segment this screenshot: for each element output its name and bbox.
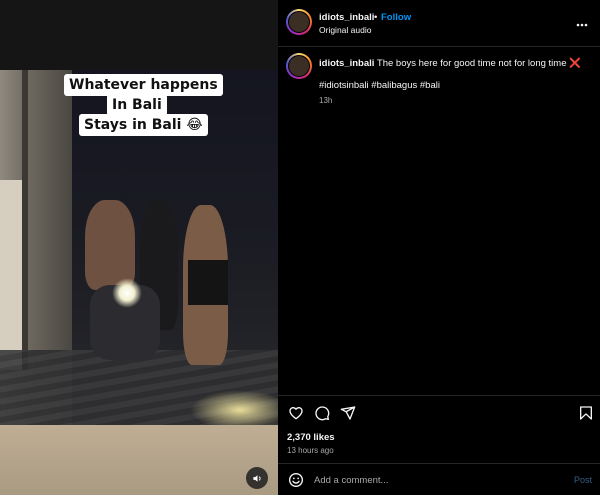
follow-button[interactable]: Follow: [381, 12, 411, 23]
smiley-icon: [289, 473, 303, 487]
comment-input[interactable]: [314, 471, 554, 489]
caption-text: The boys here for good time not for long…: [376, 58, 567, 69]
avatar-image: [288, 11, 310, 33]
scooter-headlight: [112, 278, 142, 308]
username-link[interactable]: idiots_inbali: [319, 12, 374, 23]
video-overlay-text-2: In Bali: [107, 94, 167, 116]
post-comment-button[interactable]: Post: [574, 475, 592, 485]
caption-username-link[interactable]: idiots_inbali: [319, 58, 374, 69]
caption-timestamp: 13h: [319, 96, 333, 105]
share-button[interactable]: [339, 404, 357, 422]
comment-bar: Post: [278, 463, 600, 495]
more-horizontal-icon: [576, 23, 588, 27]
speaker-icon: [252, 474, 261, 482]
post-details-panel: idiots_inbali • Follow Original audio id…: [278, 0, 600, 495]
heart-icon: [289, 407, 303, 420]
separator-dot: •: [374, 12, 378, 23]
post-timestamp: 13 hours ago: [287, 446, 334, 455]
post-header: idiots_inbali • Follow Original audio: [278, 0, 600, 47]
like-count[interactable]: 2,370 likes: [287, 432, 335, 443]
comment-button[interactable]: [313, 404, 331, 422]
action-bar: 2,370 likes 13 hours ago: [278, 395, 600, 463]
like-button[interactable]: [287, 404, 305, 422]
avatar[interactable]: [286, 9, 312, 35]
emoji-button[interactable]: [288, 472, 304, 488]
caption: idiots_inbali The boys here for good tim…: [319, 57, 589, 70]
more-options-button[interactable]: [576, 14, 588, 30]
mute-button[interactable]: [246, 467, 268, 489]
caption-avatar[interactable]: [286, 53, 312, 79]
video-letterbox-bottom: [0, 425, 278, 495]
video-overlay-text-1: Whatever happens: [64, 74, 223, 96]
avatar-image: [288, 55, 310, 77]
comment-icon: [315, 406, 330, 421]
cross-mark-emoji: ❌: [569, 58, 581, 69]
save-button[interactable]: [577, 404, 595, 422]
post-media[interactable]: Whatever happens In Bali Stays in Bali 😂: [0, 0, 278, 495]
caption-hashtags[interactable]: #idiotsinbali #balibagus #bali: [319, 80, 440, 91]
bookmark-icon: [580, 406, 592, 420]
video-letterbox-top: [0, 0, 278, 70]
person-silhouette: [85, 200, 135, 290]
video-overlay-text-3: Stays in Bali 😂: [79, 114, 208, 136]
audio-link[interactable]: Original audio: [319, 25, 371, 35]
share-icon: [340, 406, 356, 420]
